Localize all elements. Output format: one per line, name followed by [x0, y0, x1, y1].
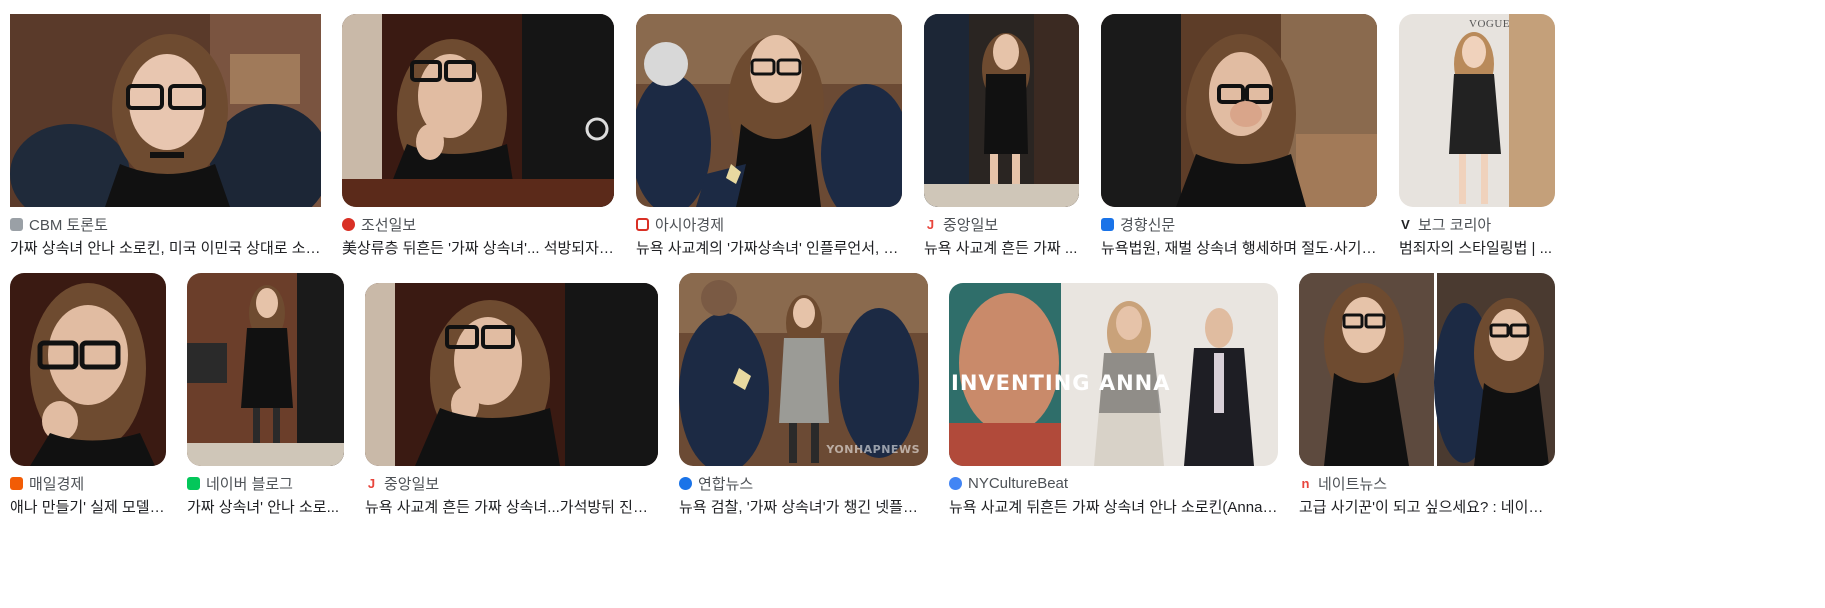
result-source[interactable]: V 보그 코리아 [1399, 215, 1555, 233]
image-result[interactable]: CBM 토론토 가짜 상속녀 안나 소로킨, 미국 이민국 상대로 소송 ... [10, 14, 321, 259]
result-source[interactable]: 아시아경제 [636, 215, 902, 233]
result-thumbnail[interactable]: INVENTING ANNA [949, 283, 1278, 466]
image-result[interactable]: 조선일보 美상류층 뒤흔든 '가짜 상속녀'... 석방되자 '... [342, 14, 614, 259]
nate-favicon-icon: n [1299, 476, 1312, 490]
result-caption[interactable]: 고급 사기꾼'이 되고 싶으세요? : 네이트 ... [1299, 498, 1555, 518]
result-thumbnail[interactable] [342, 14, 614, 207]
result-thumbnail[interactable] [1101, 14, 1377, 207]
result-thumbnail[interactable]: YONHAPNEWS [679, 273, 928, 466]
result-source-label: 조선일보 [361, 216, 417, 234]
result-source[interactable]: J 중앙일보 [924, 215, 1079, 233]
image-result[interactable]: n 네이트뉴스 고급 사기꾼'이 되고 싶으세요? : 네이트 ... [1299, 273, 1555, 518]
result-caption[interactable]: 뉴욕 검찰, '가짜 상속녀'가 챙긴 넷플릭... [679, 498, 928, 518]
result-source-label: 중앙일보 [384, 475, 440, 493]
result-source-label: 보그 코리아 [1418, 216, 1492, 234]
result-caption[interactable]: 뉴욕 사교계 흔든 가짜 상속녀...가석방뒤 진짜 ... [365, 498, 658, 518]
vogue-favicon-icon: V [1399, 217, 1412, 231]
asiae-favicon-icon [636, 217, 649, 231]
result-caption[interactable]: 범죄자의 스타일링법 | ... [1399, 239, 1555, 259]
result-thumbnail[interactable]: VOGUE [1399, 14, 1555, 207]
result-thumbnail[interactable] [636, 14, 902, 207]
result-caption[interactable]: 가짜 상속녀' 안나 소로... [187, 498, 344, 518]
image-result[interactable]: 네이버 블로그 가짜 상속녀' 안나 소로... [187, 273, 344, 518]
result-caption[interactable]: 뉴욕 사교계 흔든 가짜 ... [924, 239, 1079, 259]
result-thumbnail[interactable] [10, 273, 166, 466]
result-source[interactable]: n 네이트뉴스 [1299, 474, 1555, 492]
result-caption[interactable]: 美상류층 뒤흔든 '가짜 상속녀'... 석방되자 '... [342, 239, 614, 259]
image-result[interactable]: 매일경제 애나 만들기' 실제 모델 ... [10, 273, 166, 518]
vogue-watermark: VOGUE [1469, 18, 1510, 30]
joongang-favicon-icon: J [924, 217, 937, 231]
result-caption[interactable]: 뉴욕 사교계 뒤흔든 가짜 상속녀 안나 소로킨(Anna So... [949, 498, 1278, 518]
result-source[interactable]: 조선일보 [342, 215, 614, 233]
result-thumbnail[interactable] [1299, 273, 1555, 466]
cbm-favicon-icon [10, 217, 23, 231]
image-result[interactable]: J 중앙일보 뉴욕 사교계 흔든 가짜 상속녀...가석방뒤 진짜 ... [365, 273, 658, 518]
result-source[interactable]: NYCultureBeat [949, 474, 1278, 492]
mk-favicon-icon [10, 476, 23, 490]
result-thumbnail[interactable] [10, 14, 321, 207]
result-source-label: 네이버 블로그 [206, 475, 293, 493]
result-thumbnail[interactable] [365, 283, 658, 466]
yonhap-watermark: YONHAPNEWS [826, 443, 920, 456]
result-source[interactable]: 매일경제 [10, 474, 166, 492]
result-source[interactable]: CBM 토론토 [10, 215, 321, 233]
result-source-label: 네이트뉴스 [1318, 475, 1388, 493]
result-source[interactable]: J 중앙일보 [365, 474, 658, 492]
image-result[interactable]: VOGUE V 보그 코리아 범죄자의 스타일링법 | ... [1399, 14, 1555, 259]
image-result[interactable]: YONHAPNEWS 연합뉴스 뉴욕 검찰, '가짜 상속녀'가 챙긴 넷플릭.… [679, 273, 928, 518]
results-row-1: CBM 토론토 가짜 상속녀 안나 소로킨, 미국 이민국 상대로 소송 ...… [0, 14, 1825, 314]
results-row-2: 매일경제 애나 만들기' 실제 모델 ... 네이버 블로그 가짜 상속녀' 안… [0, 273, 1825, 573]
naver-blog-favicon-icon [187, 476, 200, 490]
result-source-label: NYCultureBeat [968, 474, 1069, 492]
result-source-label: 경향신문 [1120, 216, 1176, 234]
result-source-label: 매일경제 [29, 475, 85, 493]
image-result[interactable]: 경향신문 뉴욕법원, 재벌 상속녀 행세하며 절도·사기행... [1101, 14, 1377, 259]
poster-title: INVENTING ANNA [951, 371, 1171, 395]
result-caption[interactable]: 가짜 상속녀 안나 소로킨, 미국 이민국 상대로 소송 ... [10, 239, 321, 259]
result-caption[interactable]: 뉴욕법원, 재벌 상속녀 행세하며 절도·사기행... [1101, 239, 1377, 259]
image-result[interactable]: J 중앙일보 뉴욕 사교계 흔든 가짜 ... [924, 14, 1079, 259]
result-caption[interactable]: 애나 만들기' 실제 모델 ... [10, 498, 166, 518]
result-source[interactable]: 연합뉴스 [679, 474, 928, 492]
joongang-favicon-icon: J [365, 476, 378, 490]
result-source[interactable]: 네이버 블로그 [187, 474, 344, 492]
result-source-label: 연합뉴스 [698, 475, 754, 493]
result-thumbnail[interactable] [924, 14, 1079, 207]
chosun-favicon-icon [342, 217, 355, 231]
nyculturebeat-favicon-icon [949, 476, 962, 490]
result-source[interactable]: 경향신문 [1101, 215, 1377, 233]
yonhap-favicon-icon [679, 476, 692, 490]
result-source-label: 아시아경제 [655, 216, 725, 234]
result-source-label: CBM 토론토 [29, 216, 108, 234]
result-thumbnail[interactable] [187, 273, 344, 466]
result-caption[interactable]: 뉴욕 사교계의 '가짜상속녀' 인플루언서, 징... [636, 239, 902, 259]
image-result[interactable]: 아시아경제 뉴욕 사교계의 '가짜상속녀' 인플루언서, 징... [636, 14, 902, 259]
image-result[interactable]: INVENTING ANNA NYCultureBeat 뉴욕 사교계 뒤흔든 … [949, 273, 1278, 518]
khan-favicon-icon [1101, 217, 1114, 231]
result-source-label: 중앙일보 [943, 216, 999, 234]
